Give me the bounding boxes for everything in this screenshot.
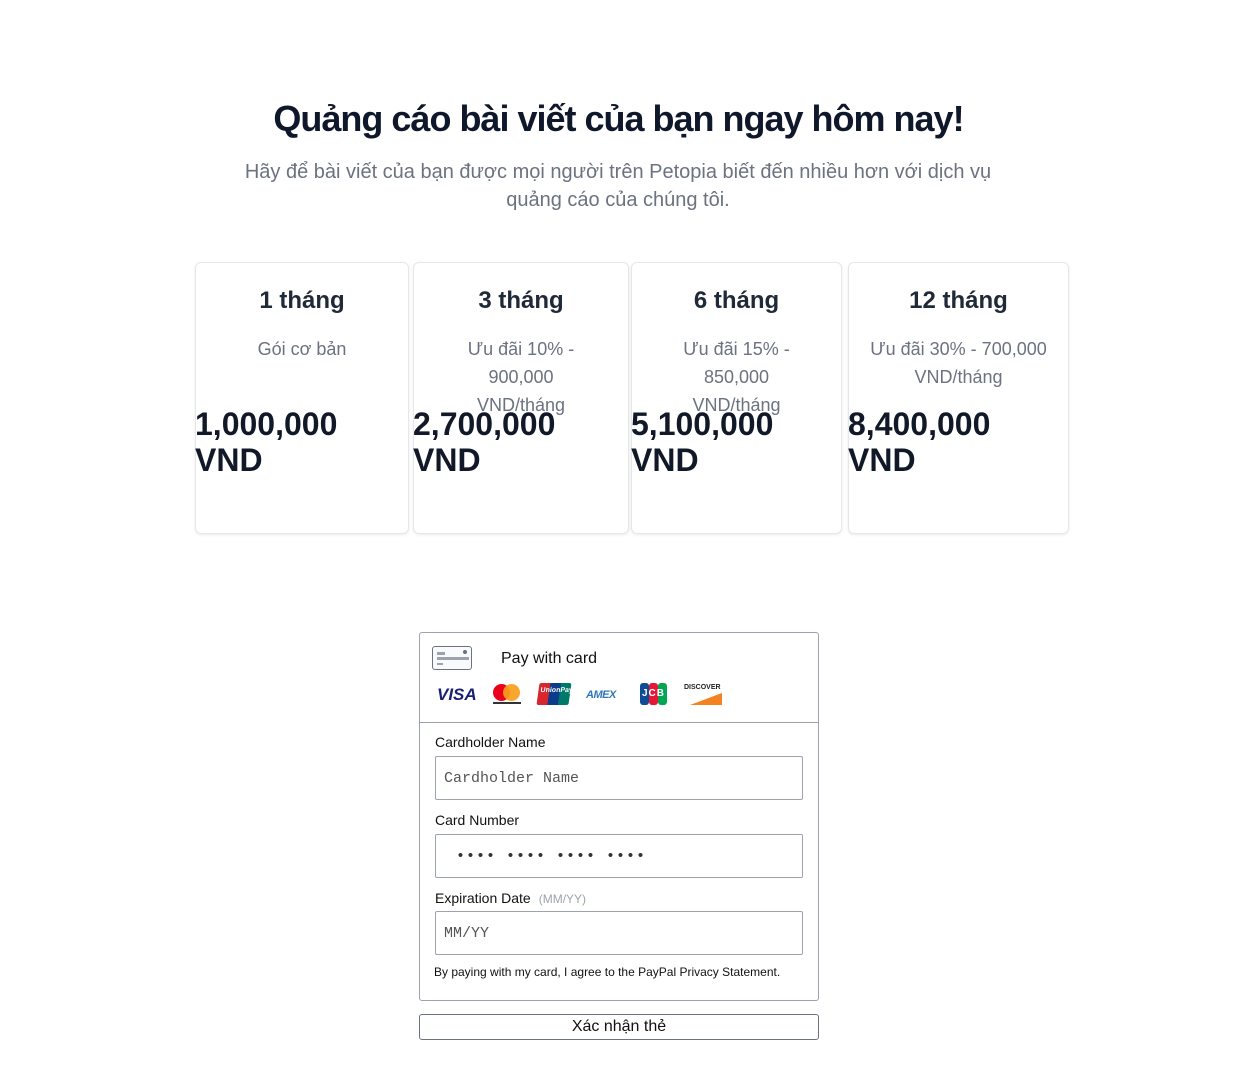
card-payment-form: Pay with card VISA UnionPay AMEX JCB DIS… <box>419 632 819 1001</box>
mastercard-logo-icon <box>493 683 521 707</box>
plan-card-12-months[interactable]: 12 tháng Ưu đãi 30% - 700,000 VND/tháng <box>848 262 1069 534</box>
expiration-date-label: Expiration Date (MM/YY) <box>435 890 586 906</box>
card-number-input[interactable] <box>435 834 803 878</box>
unionpay-logo-icon: UnionPay <box>536 683 573 705</box>
amex-logo-icon: AMEX <box>586 689 616 701</box>
card-form-header: Pay with card VISA UnionPay AMEX JCB DIS… <box>420 633 818 723</box>
expiration-date-label-text: Expiration Date <box>435 890 531 906</box>
paypal-privacy-agreement: By paying with my card, I agree to the P… <box>434 965 781 979</box>
discover-logo-icon: DISCOVER <box>684 683 722 707</box>
plan-description: Ưu đãi 30% - 700,000 VND/tháng <box>870 339 1047 387</box>
pay-with-card-title: Pay with card <box>501 650 598 667</box>
plan-name: 1 tháng <box>259 287 345 314</box>
plan-price: 5,100,000 VND <box>631 406 774 478</box>
plan-description: Gói cơ bản <box>257 339 347 359</box>
expiration-date-input[interactable] <box>435 911 803 955</box>
plan-price: 1,000,000 VND <box>195 406 338 478</box>
plan-name: 6 tháng <box>693 287 780 314</box>
plan-price: 2,700,000 VND <box>413 406 556 478</box>
plan-card-6-months[interactable]: 6 tháng Ưu đãi 15% - 850,000 VND/tháng <box>631 262 842 534</box>
page-title: Quảng cáo bài viết của bạn ngay hôm nay! <box>273 98 964 139</box>
plan-name: 12 tháng <box>909 287 1008 314</box>
cardholder-name-input[interactable] <box>435 756 803 800</box>
plan-card-1-month[interactable]: 1 tháng Gói cơ bản <box>195 262 409 534</box>
page-subtitle: Hãy để bài viết của bạn được mọi người t… <box>244 161 992 211</box>
plan-name: 3 tháng <box>478 287 564 314</box>
plan-price: 8,400,000 VND <box>848 406 991 478</box>
confirm-card-button[interactable]: Xác nhận thẻ <box>419 1014 819 1040</box>
plan-card-3-months[interactable]: 3 tháng Ưu đãi 10% - 900,000 VND/tháng <box>413 262 629 534</box>
visa-logo-icon: VISA <box>437 685 477 704</box>
cardholder-name-label: Cardholder Name <box>435 734 546 750</box>
jcb-logo-icon: JCB <box>640 683 668 705</box>
expiration-format-hint: (MM/YY) <box>538 892 587 906</box>
card-number-label: Card Number <box>435 812 520 828</box>
credit-card-icon <box>432 646 472 670</box>
